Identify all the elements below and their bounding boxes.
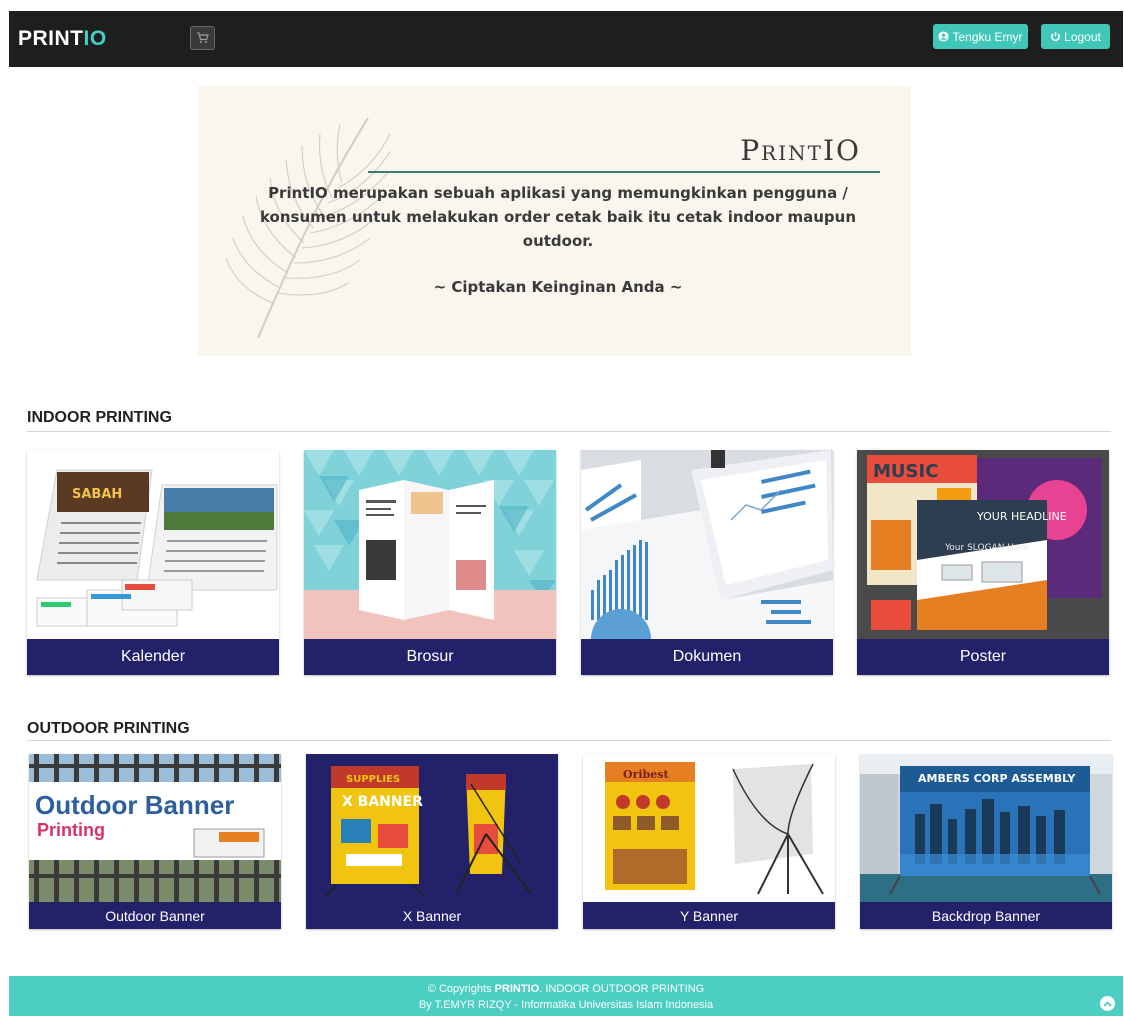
svg-text:Your SLOGAN Here: Your SLOGAN Here — [944, 543, 1029, 553]
poster-image: MUSIC YOUR HEADLINE Your SLOGAN Here — [857, 450, 1109, 639]
product-card-dokumen[interactable]: Dokumen — [581, 450, 833, 675]
brand-logo-part1: PRINT — [18, 27, 84, 50]
kalender-image: SABAH — [27, 450, 279, 639]
svg-text:Printing: Printing — [37, 820, 105, 840]
brand-logo[interactable]: PRINTIO — [18, 27, 107, 51]
footer-copyright: © Copyrights PRINTIO. INDOOR OUTDOOR PRI… — [9, 981, 1123, 997]
outdoor-section-divider — [27, 740, 1111, 741]
logout-label: Logout — [1064, 29, 1101, 44]
x-banner-image: SUPPLIES X BANNER — [306, 754, 558, 902]
page-footer: © Copyrights PRINTIO. INDOOR OUTDOOR PRI… — [9, 976, 1123, 1016]
user-circle-icon — [938, 31, 950, 42]
svg-text:Oribest: Oribest — [623, 768, 669, 781]
product-label: Poster — [857, 639, 1109, 675]
user-profile-button[interactable]: Tengku Emyr — [933, 24, 1028, 49]
shopping-cart-icon — [197, 32, 209, 43]
product-label: Kalender — [27, 639, 279, 675]
hero-title: PrintIO — [740, 134, 861, 167]
product-label: Backdrop Banner — [860, 902, 1112, 929]
product-label: Dokumen — [581, 639, 833, 675]
product-card-outdoor-banner[interactable]: Outdoor Banner Printing Outdoor Banner — [29, 754, 281, 929]
hero-divider — [368, 171, 880, 173]
user-name-label: Tengku Emyr — [952, 29, 1023, 44]
top-navbar: PRINTIO Tengku Emyr Logout — [9, 11, 1123, 67]
outdoor-section-title: OUTDOOR PRINTING — [27, 720, 190, 737]
logout-button[interactable]: Logout — [1041, 24, 1110, 49]
y-banner-image: Oribest — [583, 754, 835, 902]
outdoor-banner-image: Outdoor Banner Printing — [29, 754, 281, 902]
footer-brand: PRINTIO — [494, 983, 540, 995]
product-label: X Banner — [306, 902, 558, 929]
brand-logo-part2: IO — [83, 27, 107, 50]
product-label: Outdoor Banner — [29, 902, 281, 929]
svg-text:Outdoor Banner: Outdoor Banner — [35, 790, 234, 820]
dokumen-image — [581, 450, 833, 639]
product-card-y-banner[interactable]: Oribest Y Banner — [583, 754, 835, 929]
product-card-backdrop-banner[interactable]: AMBERS CORP ASSEMBLY Backdrop Banner — [860, 754, 1112, 929]
indoor-section-title: INDOOR PRINTING — [27, 409, 172, 426]
hero-tagline: ~ Ciptakan Keinginan Anda ~ — [433, 278, 683, 296]
power-icon — [1051, 31, 1061, 42]
product-label: Brosur — [304, 639, 556, 675]
footer-byline: By T.EMYR RIZQY - Informatika Universita… — [418, 999, 714, 1011]
product-label: Y Banner — [583, 902, 835, 929]
footer-copyright-suffix: . INDOOR OUTDOOR PRINTING — [539, 983, 705, 995]
svg-text:YOUR HEADLINE: YOUR HEADLINE — [976, 510, 1067, 523]
chevron-up-icon — [1103, 1000, 1112, 1007]
hero-banner: PrintIO PrintIO merupakan sebuah aplikas… — [198, 86, 911, 356]
footer-copyright-prefix: © Copyrights — [427, 983, 495, 995]
svg-text:SABAH: SABAH — [72, 487, 122, 502]
svg-text:X BANNER: X BANNER — [342, 794, 423, 810]
hero-description: PrintIO merupakan sebuah aplikasi yang m… — [259, 184, 857, 250]
product-card-x-banner[interactable]: SUPPLIES X BANNER X Banner — [306, 754, 558, 929]
svg-text:AMBERS CORP ASSEMBLY: AMBERS CORP ASSEMBLY — [918, 772, 1076, 785]
product-card-brosur[interactable]: Brosur — [304, 450, 556, 675]
product-card-kalender[interactable]: SABAH Kalender — [27, 450, 279, 675]
svg-text:MUSIC: MUSIC — [873, 461, 938, 482]
cart-button[interactable] — [190, 26, 215, 50]
indoor-section-divider — [27, 431, 1111, 432]
backdrop-banner-image: AMBERS CORP ASSEMBLY — [860, 754, 1112, 902]
svg-text:SUPPLIES: SUPPLIES — [346, 774, 400, 785]
brosur-image — [304, 450, 556, 639]
product-card-poster[interactable]: MUSIC YOUR HEADLINE Your SLOGAN Here Pos… — [857, 450, 1109, 675]
scroll-to-top-button[interactable] — [1100, 996, 1115, 1011]
